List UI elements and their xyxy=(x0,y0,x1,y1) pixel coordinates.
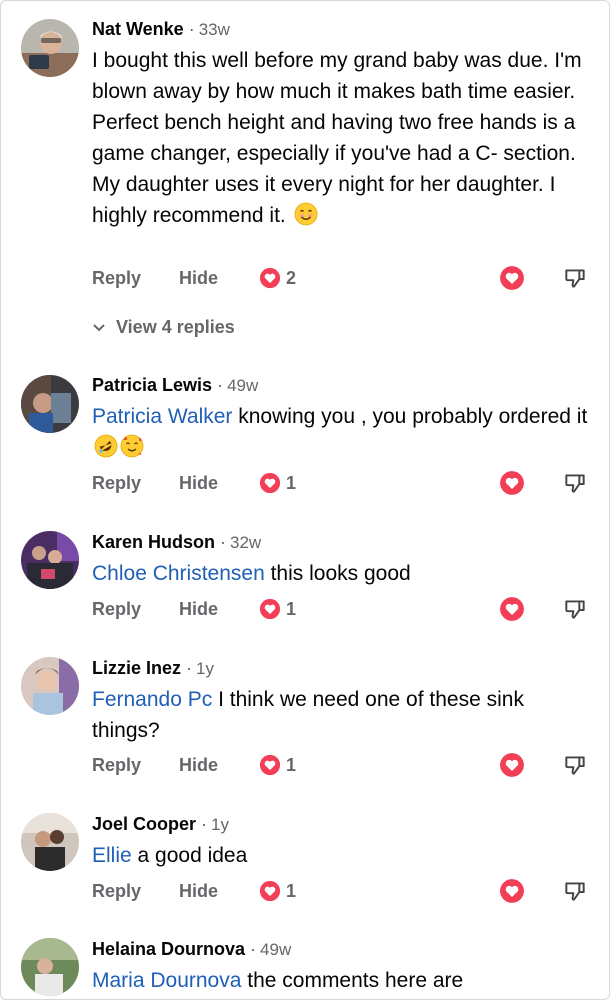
like-count-value: 2 xyxy=(286,267,297,288)
hide-button[interactable]: Hide xyxy=(179,594,218,624)
mention-link[interactable]: Chloe Christensen xyxy=(92,562,265,585)
separator-dot: · xyxy=(201,814,208,834)
mention-link[interactable]: Ellie xyxy=(92,844,132,867)
heart-icon[interactable] xyxy=(499,470,525,501)
separator-dot: · xyxy=(250,939,257,959)
like-count-value: 1 xyxy=(286,754,297,775)
author-name[interactable]: Helaina Dournova xyxy=(92,939,245,959)
reply-button[interactable]: Reply xyxy=(92,750,141,780)
author-name[interactable]: Nat Wenke xyxy=(92,19,184,39)
separator-dot: · xyxy=(188,19,195,39)
heart-icon xyxy=(259,754,281,776)
comment-text: Maria Dournova the comments here are xyxy=(92,965,591,996)
reply-button[interactable]: Reply xyxy=(92,876,141,906)
avatar[interactable] xyxy=(21,375,79,433)
avatar[interactable] xyxy=(21,531,79,589)
author-name[interactable]: Karen Hudson xyxy=(92,532,215,552)
reply-button[interactable]: Reply xyxy=(92,468,141,498)
comment-message: knowing you , you probably ordered it xyxy=(232,405,588,428)
reply-button[interactable]: Reply xyxy=(92,594,141,624)
like-count[interactable]: 1 xyxy=(259,594,296,624)
comments-panel: Nat Wenke · 33w I bought this well before … xyxy=(0,0,610,1000)
comment-message: the comments here are xyxy=(241,969,464,992)
comment-actions: Reply Hide 1 xyxy=(92,876,592,906)
comment-text: I bought this well before my grand baby … xyxy=(92,45,591,235)
author-name[interactable]: Joel Cooper xyxy=(92,814,196,834)
like-count[interactable]: 1 xyxy=(259,876,296,906)
timestamp[interactable]: 1y xyxy=(196,659,214,678)
comment-message: a good idea xyxy=(131,844,248,867)
like-count-value: 1 xyxy=(286,880,297,901)
mention-link[interactable]: Fernando Pc xyxy=(92,688,212,711)
separator-dot: · xyxy=(186,658,193,678)
view-replies-link[interactable]: View 4 replies xyxy=(92,317,235,338)
comment-message: this looks good xyxy=(264,562,411,585)
comment-actions: Reply Hide 2 xyxy=(92,263,592,293)
hide-button[interactable]: Hide xyxy=(179,468,218,498)
comment-body: Joel Cooper · 1y Ellie a good idea xyxy=(92,813,591,871)
comment-text: Patricia Walker knowing you , you probab… xyxy=(92,401,591,467)
separator-dot: · xyxy=(220,532,227,552)
thumbs-down-icon[interactable] xyxy=(562,596,588,627)
comment-actions: Reply Hide 1 xyxy=(92,468,592,498)
timestamp[interactable]: 49w xyxy=(227,376,258,395)
like-count[interactable]: 2 xyxy=(259,263,296,293)
comment-message: I bought this well before my grand baby … xyxy=(92,49,582,227)
hide-button[interactable]: Hide xyxy=(179,750,218,780)
reply-button[interactable]: Reply xyxy=(92,263,141,293)
thumbs-down-icon[interactable] xyxy=(562,470,588,501)
like-count[interactable]: 1 xyxy=(259,750,296,780)
comment-body: Patricia Lewis · 49w Patricia Walker knowi… xyxy=(92,374,591,467)
comment-text: Ellie a good idea xyxy=(92,840,591,871)
comment-actions: Reply Hide 1 xyxy=(92,750,592,780)
mention-link[interactable]: Patricia Walker xyxy=(92,405,232,428)
comment-body: Lizzie Inez · 1y Fernando Pc I think we ne… xyxy=(92,657,591,746)
timestamp[interactable]: 49w xyxy=(260,940,291,959)
smiling-face-emoji xyxy=(294,202,318,235)
comment-text: Fernando Pc I think we need one of these… xyxy=(92,684,591,746)
author-name[interactable]: Lizzie Inez xyxy=(92,658,181,678)
mention-link[interactable]: Maria Dournova xyxy=(92,969,241,992)
timestamp[interactable]: 32w xyxy=(230,533,261,552)
timestamp[interactable]: 1y xyxy=(211,815,229,834)
heart-icon[interactable] xyxy=(499,596,525,627)
comment-text: Chloe Christensen this looks good xyxy=(92,558,591,589)
rofl-emoji xyxy=(94,434,118,467)
avatar[interactable] xyxy=(21,657,79,715)
avatar[interactable] xyxy=(21,938,79,996)
author-name[interactable]: Patricia Lewis xyxy=(92,375,212,395)
comment-body: Nat Wenke · 33w I bought this well before … xyxy=(92,18,591,235)
thumbs-down-icon[interactable] xyxy=(562,878,588,909)
like-count-value: 1 xyxy=(286,472,297,493)
heart-icon xyxy=(259,880,281,902)
heart-icon[interactable] xyxy=(499,878,525,909)
view-replies-label: View 4 replies xyxy=(116,317,235,337)
comment-body: Karen Hudson · 32w Chloe Christensen this … xyxy=(92,531,591,589)
separator-dot: · xyxy=(217,375,224,395)
heart-icon xyxy=(259,267,281,289)
comment-body: Helaina Dournova · 49w Maria Dournova the … xyxy=(92,938,591,996)
heart-icon xyxy=(259,598,281,620)
heart-icon[interactable] xyxy=(499,265,525,296)
chevron-down-icon xyxy=(93,323,105,331)
heart-icon[interactable] xyxy=(499,752,525,783)
smiling-hearts-emoji xyxy=(120,434,144,467)
avatar[interactable] xyxy=(21,19,79,77)
like-count-value: 1 xyxy=(286,598,297,619)
timestamp[interactable]: 33w xyxy=(199,20,230,39)
hide-button[interactable]: Hide xyxy=(179,263,218,293)
avatar[interactable] xyxy=(21,813,79,871)
comment-actions: Reply Hide 1 xyxy=(92,594,592,624)
thumbs-down-icon[interactable] xyxy=(562,752,588,783)
hide-button[interactable]: Hide xyxy=(179,876,218,906)
thumbs-down-icon[interactable] xyxy=(562,265,588,296)
like-count[interactable]: 1 xyxy=(259,468,296,498)
heart-icon xyxy=(259,472,281,494)
